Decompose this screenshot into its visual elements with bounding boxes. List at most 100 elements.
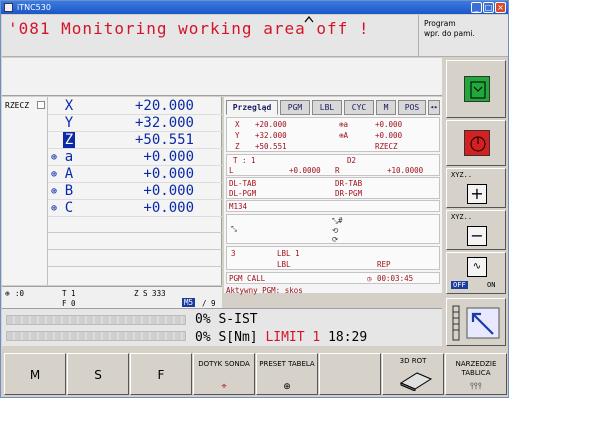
softkey-jog-plus[interactable]: XYZ.. + <box>446 168 506 208</box>
xyz-label: XYZ.. <box>451 171 473 179</box>
pgm-call-label: PGM CALL <box>229 274 266 283</box>
coord-value: +0.000 <box>375 120 403 129</box>
tool-l-label: L <box>229 166 234 175</box>
coord-value: +50.551 <box>255 142 287 151</box>
tab-cyc[interactable]: CYC <box>344 100 374 115</box>
label-empty: LBL <box>277 260 291 269</box>
feed-info: F 0 <box>62 299 76 308</box>
clock-icon: ◷ <box>367 274 372 283</box>
dl-pgm-label: DL-PGM <box>229 189 257 198</box>
machine-window: iTNC530 _ □ × '081 Monitoring working ar… <box>0 0 509 398</box>
softkey-empty[interactable] <box>319 353 381 395</box>
coord-axis: X <box>235 120 240 129</box>
off-state: OFF <box>451 281 468 289</box>
axis-name-highlighted: Z <box>63 132 75 148</box>
wave-icon: ∿ <box>467 257 487 277</box>
axis-row-c: ⊕ C +0.000 <box>48 200 222 217</box>
vertical-softkey-panel: XYZ.. + XYZ.. − ∿ OFF ON <box>444 58 508 348</box>
softkey-stop[interactable] <box>446 120 506 166</box>
softkey-jog-minus[interactable]: XYZ.. − <box>446 210 506 250</box>
horizontal-softkey-bar: M S F DOTYK SONDA ⌖ PRESET TABELA ⊕ 3D R… <box>2 351 508 397</box>
axis-name: A <box>64 166 74 182</box>
softkey-start-cycle[interactable] <box>446 60 506 118</box>
datum-value: :0 <box>15 289 25 298</box>
axis-name: a <box>64 149 74 165</box>
divider <box>48 266 222 267</box>
3d-rot-label: 3D ROT <box>399 357 427 365</box>
axis-row-a: ⊕ A +0.000 <box>48 166 222 183</box>
softkey-select-function[interactable] <box>446 298 506 346</box>
label-call: LBL 1 <box>277 249 300 258</box>
mode-line-2: wpr. do pami. <box>424 29 475 38</box>
coord-axis: ⊕A <box>339 131 349 140</box>
axis-name: C <box>64 200 74 216</box>
coord-axis: Z <box>235 142 240 151</box>
on-state: ON <box>487 281 496 289</box>
axis-marker-icon: ⊕ <box>51 186 58 197</box>
tool-info: T 1 <box>62 289 76 298</box>
tilted-plane-icon <box>399 372 433 391</box>
m-function-label: M134 <box>229 202 248 211</box>
tab-pgm[interactable]: PGM <box>280 100 310 115</box>
torque-percent: 0% <box>195 330 211 345</box>
softkey-touch-probe[interactable]: DOTYK SONDA ⌖ <box>193 353 255 395</box>
softkey-f[interactable]: F <box>130 353 192 395</box>
axis-value: +0.000 <box>143 149 194 165</box>
axis-value: +50.551 <box>134 132 194 148</box>
tool-d2-label: D2 <box>347 156 357 165</box>
app-icon <box>4 3 13 12</box>
position-mode-checkbox[interactable] <box>37 101 45 109</box>
tab-lbl[interactable]: LBL <box>312 100 342 115</box>
axis-name: Y <box>64 115 74 131</box>
info-strip: ⊕ :0 T 1 Z S 333 F 0 M5 / 9 <box>2 286 222 308</box>
coordinates-block: X +20.000 ⊕a +0.000 Y +32.000 ⊕A +0.000 … <box>226 117 440 152</box>
softkey-preset-table[interactable]: PRESET TABELA ⊕ <box>256 353 318 395</box>
coord-value: +0.000 <box>375 131 403 140</box>
minus-icon: − <box>467 226 487 246</box>
softkey-3d-rot[interactable]: 3D ROT <box>382 353 444 395</box>
error-message-bar[interactable]: '081 Monitoring working area off ! <box>2 15 418 57</box>
softkey-coolant-toggle[interactable]: ∿ OFF ON <box>446 252 506 294</box>
softkey-tool-table[interactable]: NARZEDZIE TABLICA ⫯⫯⫯ <box>445 353 507 395</box>
softkey-m[interactable]: M <box>4 353 66 395</box>
xyz-label: XYZ.. <box>451 213 473 221</box>
tab-pos[interactable]: POS <box>398 100 426 115</box>
axis-value: +0.000 <box>143 183 194 199</box>
tool-r-label: R <box>335 166 340 175</box>
spindle-feed-bar: 0% S-IST 0% S[Nm] LIMIT 1 18:29 <box>2 308 442 346</box>
divider <box>48 249 222 250</box>
spindle-label: S-IST <box>218 312 258 327</box>
close-button[interactable]: × <box>495 2 506 13</box>
minimize-button[interactable]: _ <box>471 2 482 13</box>
axis-name: B <box>64 183 74 199</box>
torque-line: 0% S[Nm] LIMIT 1 18:29 <box>195 330 367 345</box>
delta-block: DL-TAB DR-TAB DL-PGM DR-PGM <box>226 177 440 199</box>
limit-label: LIMIT 1 <box>265 330 321 345</box>
tool-table-label: NARZEDZIE TABLICA <box>455 360 497 377</box>
override-ruler <box>6 315 186 325</box>
coord-value: +32.000 <box>255 131 287 140</box>
coord-value: +20.000 <box>255 120 287 129</box>
torque-label: S[Nm] <box>218 330 258 345</box>
datum-icon: ⊕ <box>5 289 10 298</box>
m-function-block: M134 <box>226 200 440 212</box>
preset-table-label: PRESET TABELA <box>259 360 315 368</box>
title-bar: iTNC530 _ □ × <box>1 1 508 14</box>
tab-m[interactable]: M <box>376 100 396 115</box>
spindle-info: Z S 333 <box>134 289 166 298</box>
arrow-cursor-icon <box>452 305 500 341</box>
probe-icon: ⌖ <box>221 382 227 392</box>
clock-time: 18:29 <box>328 330 368 345</box>
divider <box>48 232 222 233</box>
crosshair-icon: ⊕ <box>283 382 291 392</box>
tab-overview[interactable]: Przegląd <box>226 100 278 115</box>
nc-stop-icon <box>464 130 490 156</box>
maximize-button[interactable]: □ <box>483 2 494 13</box>
softkey-s[interactable]: S <box>67 353 129 395</box>
dr-pgm-label: DR-PGM <box>335 189 363 198</box>
status-tabs: Przegląd PGM LBL CYC M POS ◂▸ <box>224 100 442 115</box>
tab-scroll-arrows-icon[interactable]: ◂▸ <box>428 100 440 115</box>
active-program-line: Aktywny PGM: skos <box>226 286 303 295</box>
coord-axis: Y <box>235 131 240 140</box>
axis-row-b: ⊕ B +0.000 <box>48 183 222 200</box>
